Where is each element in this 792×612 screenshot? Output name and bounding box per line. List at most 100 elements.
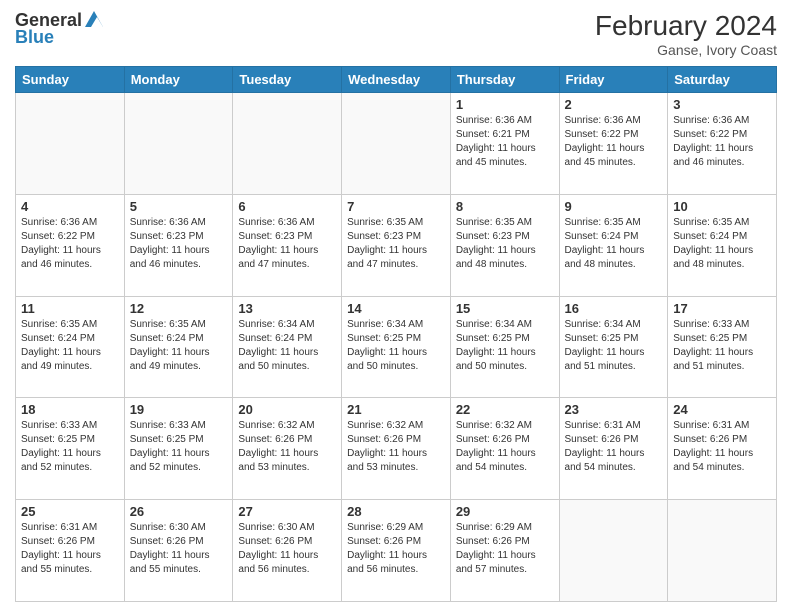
day-number: 15 — [456, 301, 554, 316]
day-info: Sunrise: 6:35 AM Sunset: 6:24 PM Dayligh… — [565, 216, 663, 272]
calendar-cell: 13 Sunrise: 6:34 AM Sunset: 6:24 PM Dayli… — [233, 296, 342, 398]
day-info: Sunrise: 6:36 AM Sunset: 6:21 PM Dayligh… — [456, 114, 554, 170]
calendar-cell: 8 Sunrise: 6:35 AM Sunset: 6:23 PM Daylig… — [450, 194, 559, 296]
calendar-day-header: Wednesday — [342, 67, 451, 93]
day-number: 7 — [347, 199, 445, 214]
calendar-cell: 19 Sunrise: 6:33 AM Sunset: 6:25 PM Dayli… — [124, 398, 233, 500]
calendar-table: SundayMondayTuesdayWednesdayThursdayFrid… — [15, 66, 777, 602]
calendar-cell: 5Sunrise: 6:36 AM Sunset: 6:23 PM Daylig… — [124, 194, 233, 296]
day-info: Sunrise: 6:36 AM Sunset: 6:23 PM Dayligh… — [238, 216, 336, 272]
calendar-day-header: Friday — [559, 67, 668, 93]
day-number: 5 — [130, 199, 228, 214]
day-number: 26 — [130, 504, 228, 519]
day-info: Sunrise: 6:35 AM Sunset: 6:24 PM Dayligh… — [673, 216, 771, 272]
calendar-cell — [559, 500, 668, 602]
calendar-cell — [668, 500, 777, 602]
day-info: Sunrise: 6:30 AM Sunset: 6:26 PM Dayligh… — [130, 521, 228, 577]
calendar-week-row: 25 Sunrise: 6:31 AM Sunset: 6:26 PM Dayli… — [16, 500, 777, 602]
logo: General Blue — [15, 10, 105, 48]
month-year: February 2024 — [595, 10, 777, 42]
day-number: 9 — [565, 199, 663, 214]
location: Ganse, Ivory Coast — [595, 42, 777, 58]
calendar-cell: 6 Sunrise: 6:36 AM Sunset: 6:23 PM Daylig… — [233, 194, 342, 296]
calendar-cell — [342, 93, 451, 195]
calendar-day-header: Monday — [124, 67, 233, 93]
calendar-cell: 20Sunrise: 6:32 AM Sunset: 6:26 PM Dayli… — [233, 398, 342, 500]
calendar-day-header: Sunday — [16, 67, 125, 93]
day-number: 19 — [130, 402, 228, 417]
calendar-cell: 23 Sunrise: 6:31 AM Sunset: 6:26 PM Dayli… — [559, 398, 668, 500]
day-info: Sunrise: 6:32 AM Sunset: 6:26 PM Dayligh… — [238, 419, 336, 475]
calendar-day-header: Saturday — [668, 67, 777, 93]
calendar-cell: 24 Sunrise: 6:31 AM Sunset: 6:26 PM Dayli… — [668, 398, 777, 500]
day-number: 27 — [238, 504, 336, 519]
day-info: Sunrise: 6:32 AM Sunset: 6:26 PM Dayligh… — [347, 419, 445, 475]
day-info: Sunrise: 6:34 AM Sunset: 6:25 PM Dayligh… — [456, 318, 554, 374]
calendar-cell: 3 Sunrise: 6:36 AM Sunset: 6:22 PM Daylig… — [668, 93, 777, 195]
calendar-cell — [124, 93, 233, 195]
day-info: Sunrise: 6:35 AM Sunset: 6:23 PM Dayligh… — [456, 216, 554, 272]
day-number: 1 — [456, 97, 554, 112]
day-info: Sunrise: 6:35 AM Sunset: 6:24 PM Dayligh… — [130, 318, 228, 374]
calendar-day-header: Thursday — [450, 67, 559, 93]
calendar-cell: 9 Sunrise: 6:35 AM Sunset: 6:24 PM Daylig… — [559, 194, 668, 296]
calendar-cell: 11Sunrise: 6:35 AM Sunset: 6:24 PM Dayli… — [16, 296, 125, 398]
header-right: February 2024 Ganse, Ivory Coast — [595, 10, 777, 58]
day-number: 6 — [238, 199, 336, 214]
day-info: Sunrise: 6:36 AM Sunset: 6:22 PM Dayligh… — [21, 216, 119, 272]
calendar-cell: 18Sunrise: 6:33 AM Sunset: 6:25 PM Dayli… — [16, 398, 125, 500]
calendar-cell: 29Sunrise: 6:29 AM Sunset: 6:26 PM Dayli… — [450, 500, 559, 602]
logo-icon — [83, 9, 105, 29]
day-info: Sunrise: 6:34 AM Sunset: 6:24 PM Dayligh… — [238, 318, 336, 374]
day-info: Sunrise: 6:31 AM Sunset: 6:26 PM Dayligh… — [565, 419, 663, 475]
day-number: 16 — [565, 301, 663, 316]
day-number: 14 — [347, 301, 445, 316]
day-number: 22 — [456, 402, 554, 417]
calendar-cell: 7 Sunrise: 6:35 AM Sunset: 6:23 PM Daylig… — [342, 194, 451, 296]
day-info: Sunrise: 6:33 AM Sunset: 6:25 PM Dayligh… — [673, 318, 771, 374]
calendar-cell: 10 Sunrise: 6:35 AM Sunset: 6:24 PM Dayli… — [668, 194, 777, 296]
calendar-cell: 16 Sunrise: 6:34 AM Sunset: 6:25 PM Dayli… — [559, 296, 668, 398]
day-info: Sunrise: 6:33 AM Sunset: 6:25 PM Dayligh… — [130, 419, 228, 475]
day-info: Sunrise: 6:33 AM Sunset: 6:25 PM Dayligh… — [21, 419, 119, 475]
header: General Blue February 2024 Ganse, Ivory … — [15, 10, 777, 58]
day-number: 2 — [565, 97, 663, 112]
calendar-cell: 22 Sunrise: 6:32 AM Sunset: 6:26 PM Dayli… — [450, 398, 559, 500]
day-number: 24 — [673, 402, 771, 417]
calendar-cell: 21 Sunrise: 6:32 AM Sunset: 6:26 PM Dayli… — [342, 398, 451, 500]
page: General Blue February 2024 Ganse, Ivory … — [0, 0, 792, 612]
day-info: Sunrise: 6:35 AM Sunset: 6:23 PM Dayligh… — [347, 216, 445, 272]
day-number: 23 — [565, 402, 663, 417]
day-number: 10 — [673, 199, 771, 214]
day-number: 21 — [347, 402, 445, 417]
calendar-cell: 2Sunrise: 6:36 AM Sunset: 6:22 PM Daylig… — [559, 93, 668, 195]
day-info: Sunrise: 6:36 AM Sunset: 6:22 PM Dayligh… — [673, 114, 771, 170]
calendar-cell — [16, 93, 125, 195]
calendar-cell: 27 Sunrise: 6:30 AM Sunset: 6:26 PM Dayli… — [233, 500, 342, 602]
calendar-day-header: Tuesday — [233, 67, 342, 93]
calendar-cell: 4 Sunrise: 6:36 AM Sunset: 6:22 PM Daylig… — [16, 194, 125, 296]
day-info: Sunrise: 6:31 AM Sunset: 6:26 PM Dayligh… — [21, 521, 119, 577]
calendar-week-row: 1 Sunrise: 6:36 AM Sunset: 6:21 PM Daylig… — [16, 93, 777, 195]
calendar-week-row: 11Sunrise: 6:35 AM Sunset: 6:24 PM Dayli… — [16, 296, 777, 398]
day-info: Sunrise: 6:32 AM Sunset: 6:26 PM Dayligh… — [456, 419, 554, 475]
calendar-week-row: 18Sunrise: 6:33 AM Sunset: 6:25 PM Dayli… — [16, 398, 777, 500]
day-number: 25 — [21, 504, 119, 519]
calendar-header-row: SundayMondayTuesdayWednesdayThursdayFrid… — [16, 67, 777, 93]
calendar-cell: 17 Sunrise: 6:33 AM Sunset: 6:25 PM Dayli… — [668, 296, 777, 398]
day-info: Sunrise: 6:30 AM Sunset: 6:26 PM Dayligh… — [238, 521, 336, 577]
calendar-cell: 25 Sunrise: 6:31 AM Sunset: 6:26 PM Dayli… — [16, 500, 125, 602]
day-number: 29 — [456, 504, 554, 519]
calendar-week-row: 4 Sunrise: 6:36 AM Sunset: 6:22 PM Daylig… — [16, 194, 777, 296]
calendar-cell — [233, 93, 342, 195]
day-number: 3 — [673, 97, 771, 112]
day-info: Sunrise: 6:31 AM Sunset: 6:26 PM Dayligh… — [673, 419, 771, 475]
calendar-cell: 26 Sunrise: 6:30 AM Sunset: 6:26 PM Dayli… — [124, 500, 233, 602]
calendar-cell: 1 Sunrise: 6:36 AM Sunset: 6:21 PM Daylig… — [450, 93, 559, 195]
day-number: 8 — [456, 199, 554, 214]
day-number: 17 — [673, 301, 771, 316]
day-number: 13 — [238, 301, 336, 316]
day-number: 4 — [21, 199, 119, 214]
day-info: Sunrise: 6:34 AM Sunset: 6:25 PM Dayligh… — [565, 318, 663, 374]
day-info: Sunrise: 6:29 AM Sunset: 6:26 PM Dayligh… — [347, 521, 445, 577]
